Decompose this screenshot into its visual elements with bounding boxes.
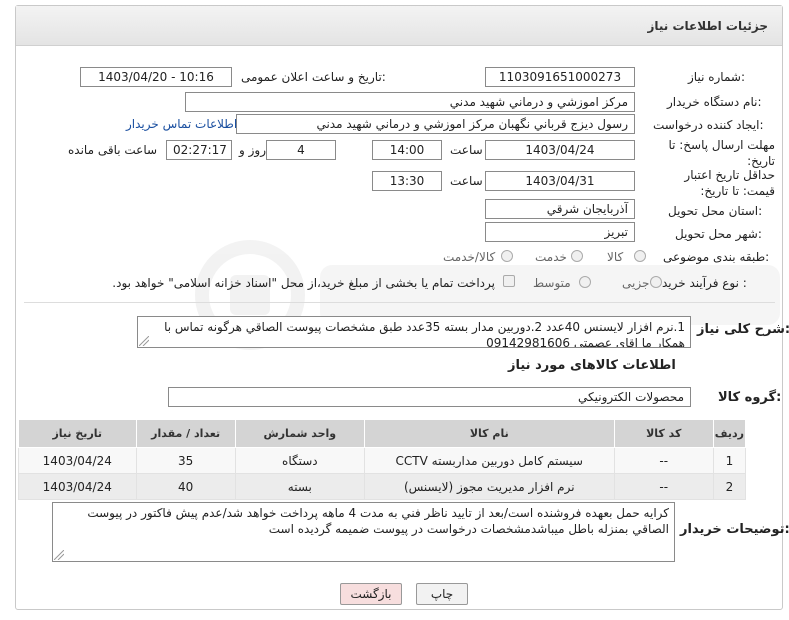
resize-grip-icon[interactable] xyxy=(139,336,149,346)
goods-section-title: اطلاعات کالاهای مورد نیاز xyxy=(508,358,676,373)
price-validity-time: 13:30 xyxy=(372,171,442,191)
treasury-payment-note: پرداخت تمام یا بخشی از مبلغ خرید،از محل … xyxy=(112,276,495,290)
section-divider xyxy=(24,302,775,303)
need-number-field: 1103091651000273 xyxy=(485,67,635,87)
category-radio-goods-service[interactable] xyxy=(501,250,513,262)
requester-label: ایجاد کننده درخواست: xyxy=(653,118,764,132)
send-deadline-time-label: ساعت xyxy=(450,143,483,157)
process-type-label: نوع فرآیند خرید : xyxy=(662,276,747,290)
cell-qty: 40 xyxy=(135,473,236,500)
city-label: شهر محل تحویل: xyxy=(675,227,762,241)
announce-datetime-field: 1403/04/20 - 10:16 xyxy=(80,67,232,87)
buyer-notes-label: توضیحات خریدار: xyxy=(680,522,789,537)
announce-datetime-label: تاریخ و ساعت اعلان عمومی: xyxy=(241,70,386,84)
goods-group-label: گروه کالا: xyxy=(718,390,782,405)
province-label: استان محل تحویل: xyxy=(668,204,763,218)
price-validity-label: حداقل تاریخ اعتبار قیمت: تا تاریخ: xyxy=(684,168,775,198)
col-qty: تعداد / مقدار xyxy=(135,419,236,448)
remaining-time: 02:27:17 xyxy=(166,140,232,160)
send-deadline-date: 1403/04/24 xyxy=(485,140,635,160)
category-label: طبقه بندی موضوعی: xyxy=(663,250,770,264)
goods-table-header: ردیف کد کالا نام کالا واحد شمارش تعداد /… xyxy=(18,419,747,448)
process-option-minor: جزیی xyxy=(622,276,650,290)
col-unit: واحد شمارش xyxy=(234,419,365,448)
buyer-org-field: مرکز اموزشي و درماني شهيد مدني xyxy=(185,92,635,112)
cell-date: 1403/04/24 xyxy=(18,447,137,474)
table-row: 1 -- سيستم کامل دوربين مداربسته CCTV دست… xyxy=(18,447,747,474)
cell-qty: 35 xyxy=(135,447,236,474)
process-radio-medium[interactable] xyxy=(579,276,591,288)
buyer-notes-textarea[interactable]: کرايه حمل بعهده فروشنده است/بعد از تاييد… xyxy=(52,502,675,562)
province-field: آذربايجان شرقي xyxy=(485,199,635,219)
requester-field: رسول ديزج قرباني نگهبان مرکز اموزشي و در… xyxy=(236,114,635,134)
description-textarea[interactable]: 1.نرم افزار لايسنس 40عدد 2.دوربين مدار ب… xyxy=(137,316,691,348)
buyer-org-label: نام دستگاه خریدار: xyxy=(667,95,762,109)
process-radio-minor[interactable] xyxy=(650,276,662,288)
col-code: کد کالا xyxy=(613,419,714,448)
resize-grip-icon[interactable] xyxy=(54,550,64,560)
price-validity-date: 1403/04/31 xyxy=(485,171,635,191)
back-button[interactable]: بازگشت xyxy=(340,583,402,605)
treasury-payment-checkbox[interactable] xyxy=(503,275,515,287)
goods-group-field: محصولات الکترونيکي xyxy=(168,387,691,407)
cell-name: سيستم کامل دوربين مداربسته CCTV xyxy=(363,447,615,474)
goods-table: ردیف کد کالا نام کالا واحد شمارش تعداد /… xyxy=(18,419,747,500)
col-row: ردیف xyxy=(712,419,747,448)
cell-row: 1 xyxy=(712,447,747,474)
city-field: تبريز xyxy=(485,222,635,242)
panel-header: جزئیات اطلاعات نیاز xyxy=(16,6,782,46)
days-label: روز و xyxy=(239,143,266,157)
process-option-medium: متوسط xyxy=(533,276,571,290)
send-deadline-label: مهلت ارسال پاسخ: تا تاریخ: xyxy=(668,138,775,168)
cell-code: -- xyxy=(613,473,714,500)
need-number-label: شماره نیاز: xyxy=(688,70,746,84)
cell-date: 1403/04/24 xyxy=(18,473,137,500)
buyer-contact-link[interactable]: اطلاعات تماس خریدار xyxy=(126,117,237,131)
description-label: شرح کلی نیاز: xyxy=(697,322,789,337)
col-name: نام کالا xyxy=(363,419,615,448)
cell-unit: بسته xyxy=(234,473,365,500)
category-radio-service[interactable] xyxy=(571,250,583,262)
col-date: تاریخ نیاز xyxy=(18,419,137,448)
cell-name: نرم افزار مديريت مجوز (لايسنس) xyxy=(363,473,615,500)
remaining-label: ساعت باقی مانده xyxy=(68,143,158,157)
print-button[interactable]: چاپ xyxy=(416,583,468,605)
category-option-goods: کالا xyxy=(607,250,624,264)
category-radio-goods[interactable] xyxy=(634,250,646,262)
page-title: جزئیات اطلاعات نیاز xyxy=(647,19,768,33)
category-option-goods-service: کالا/خدمت xyxy=(443,250,496,264)
price-validity-time-label: ساعت xyxy=(450,174,483,188)
cell-unit: دستگاه xyxy=(234,447,365,474)
table-row: 2 -- نرم افزار مديريت مجوز (لايسنس) بسته… xyxy=(18,473,747,500)
send-deadline-time: 14:00 xyxy=(372,140,442,160)
remaining-days: 4 xyxy=(266,140,336,160)
cell-code: -- xyxy=(613,447,714,474)
category-option-service: خدمت xyxy=(535,250,567,264)
cell-row: 2 xyxy=(712,473,747,500)
